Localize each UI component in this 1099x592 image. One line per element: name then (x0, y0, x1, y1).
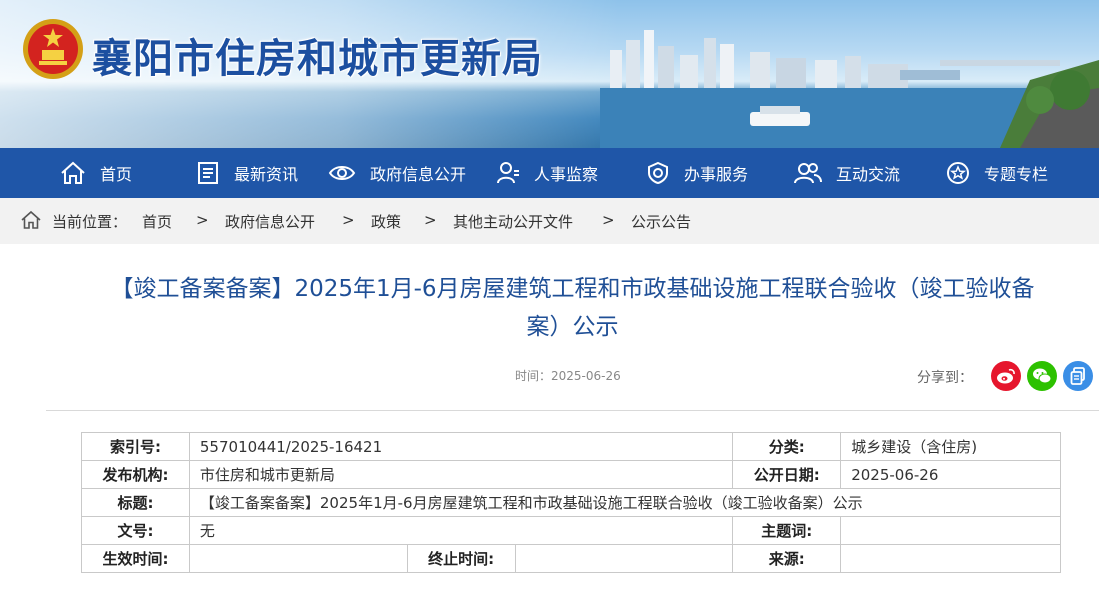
nav-item-gov-info[interactable]: 政府信息公开 (328, 148, 466, 198)
nav-label: 政府信息公开 (370, 165, 467, 184)
wechat-icon (1033, 368, 1052, 384)
nav-label: 最新资讯 (234, 165, 299, 184)
article-title: 【竣工备案备案】2025年1月-6月房屋建筑工程和市政基础设施工程联合验收（竣工… (110, 276, 1035, 340)
person-icon (497, 162, 519, 184)
site-title: 襄阳市住房和城市更新局 (92, 36, 543, 82)
index-value: 557010441/2025-16421 (188, 432, 734, 461)
share-weibo-button[interactable] (991, 361, 1021, 391)
nav-item-personnel[interactable]: 人事监察 (496, 148, 598, 198)
nav-label: 互动交流 (836, 165, 901, 184)
table-row: 生效时间: 终止时间: 来源: (81, 544, 1061, 573)
category-value: 城乡建设（含住房) (840, 432, 1061, 461)
breadcrumb-prefix: 当前位置： (52, 213, 128, 231)
date-label: 公开日期: (732, 460, 842, 489)
copy-icon (1070, 367, 1085, 385)
share-copy-button[interactable] (1063, 361, 1093, 391)
breadcrumb-link-policy[interactable]: 政策 (371, 211, 401, 232)
star-icon (947, 162, 969, 184)
nav-item-news[interactable]: 最新资讯 (196, 148, 298, 198)
share-wechat-button[interactable] (1027, 361, 1057, 391)
breadcrumb: 当前位置： 首页 > 政府信息公开 > 政策 > 其他主动公开文件 > 公示公告 (0, 198, 1099, 244)
source-value (840, 544, 1061, 573)
doc-number-label: 文号: (81, 516, 190, 545)
national-emblem-icon (23, 19, 83, 79)
publisher-label: 发布机构: (81, 460, 190, 489)
document-info-table: 索引号: 557010441/2025-16421 分类: 城乡建设（含住房) … (81, 432, 1062, 573)
table-row: 索引号: 557010441/2025-16421 分类: 城乡建设（含住房) (81, 432, 1061, 461)
header-banner: 襄阳市住房和城市更新局 (0, 0, 1099, 148)
nav-label: 办事服务 (684, 165, 749, 184)
home-icon (61, 161, 85, 184)
share-label: 分享到： (917, 370, 973, 386)
source-label: 来源: (732, 544, 842, 573)
publisher-value: 市住房和城市更新局 (188, 460, 734, 489)
home-icon (21, 210, 41, 229)
doc-number-value: 无 (188, 516, 734, 545)
title-value: 【竣工备案备案】2025年1月-6月房屋建筑工程和市政基础设施工程联合验收（竣工… (188, 488, 1062, 517)
nav-label: 专题专栏 (984, 165, 1049, 184)
nav-item-interaction[interactable]: 互动交流 (794, 148, 900, 198)
breadcrumb-link-other-files[interactable]: 其他主动公开文件 (453, 211, 573, 232)
shield-icon (648, 161, 668, 185)
nav-item-special[interactable]: 专题专栏 (946, 148, 1048, 198)
publish-time: 时间：2025-06-26 (515, 369, 621, 383)
effective-time-label: 生效时间: (81, 544, 190, 573)
main-nav: 首页 最新资讯 政府信息公开 人事监察 办事服务 互动交流 专题专栏 (0, 148, 1099, 198)
title-label: 标题: (81, 488, 190, 517)
end-time-value (514, 544, 734, 573)
people-icon (794, 163, 822, 184)
table-row: 发布机构: 市住房和城市更新局 公开日期: 2025-06-26 (81, 460, 1061, 489)
news-icon (198, 162, 218, 184)
keyword-label: 主题词: (732, 516, 842, 545)
date-value: 2025-06-26 (840, 460, 1061, 489)
city-skyline-image (600, 30, 1099, 148)
breadcrumb-link-home[interactable]: 首页 (142, 211, 172, 232)
nav-item-home[interactable]: 首页 (60, 148, 132, 198)
nav-label: 人事监察 (534, 165, 599, 184)
breadcrumb-separator: > (424, 211, 437, 229)
nav-item-services[interactable]: 办事服务 (646, 148, 748, 198)
category-label: 分类: (732, 432, 842, 461)
breadcrumb-separator: > (602, 211, 615, 229)
nav-label: 首页 (100, 165, 133, 184)
eye-icon (328, 166, 356, 180)
table-row: 标题: 【竣工备案备案】2025年1月-6月房屋建筑工程和市政基础设施工程联合验… (81, 488, 1062, 517)
breadcrumb-link-notices[interactable]: 公示公告 (631, 211, 691, 232)
divider (46, 410, 1099, 411)
weibo-icon (997, 368, 1015, 384)
breadcrumb-link-gov-info[interactable]: 政府信息公开 (225, 211, 315, 232)
breadcrumb-separator: > (196, 211, 209, 229)
effective-time-value (188, 544, 408, 573)
keyword-value (840, 516, 1061, 545)
index-label: 索引号: (81, 432, 190, 461)
end-time-label: 终止时间: (406, 544, 516, 573)
breadcrumb-separator: > (342, 211, 355, 229)
table-row: 文号: 无 主题词: (81, 516, 1061, 545)
